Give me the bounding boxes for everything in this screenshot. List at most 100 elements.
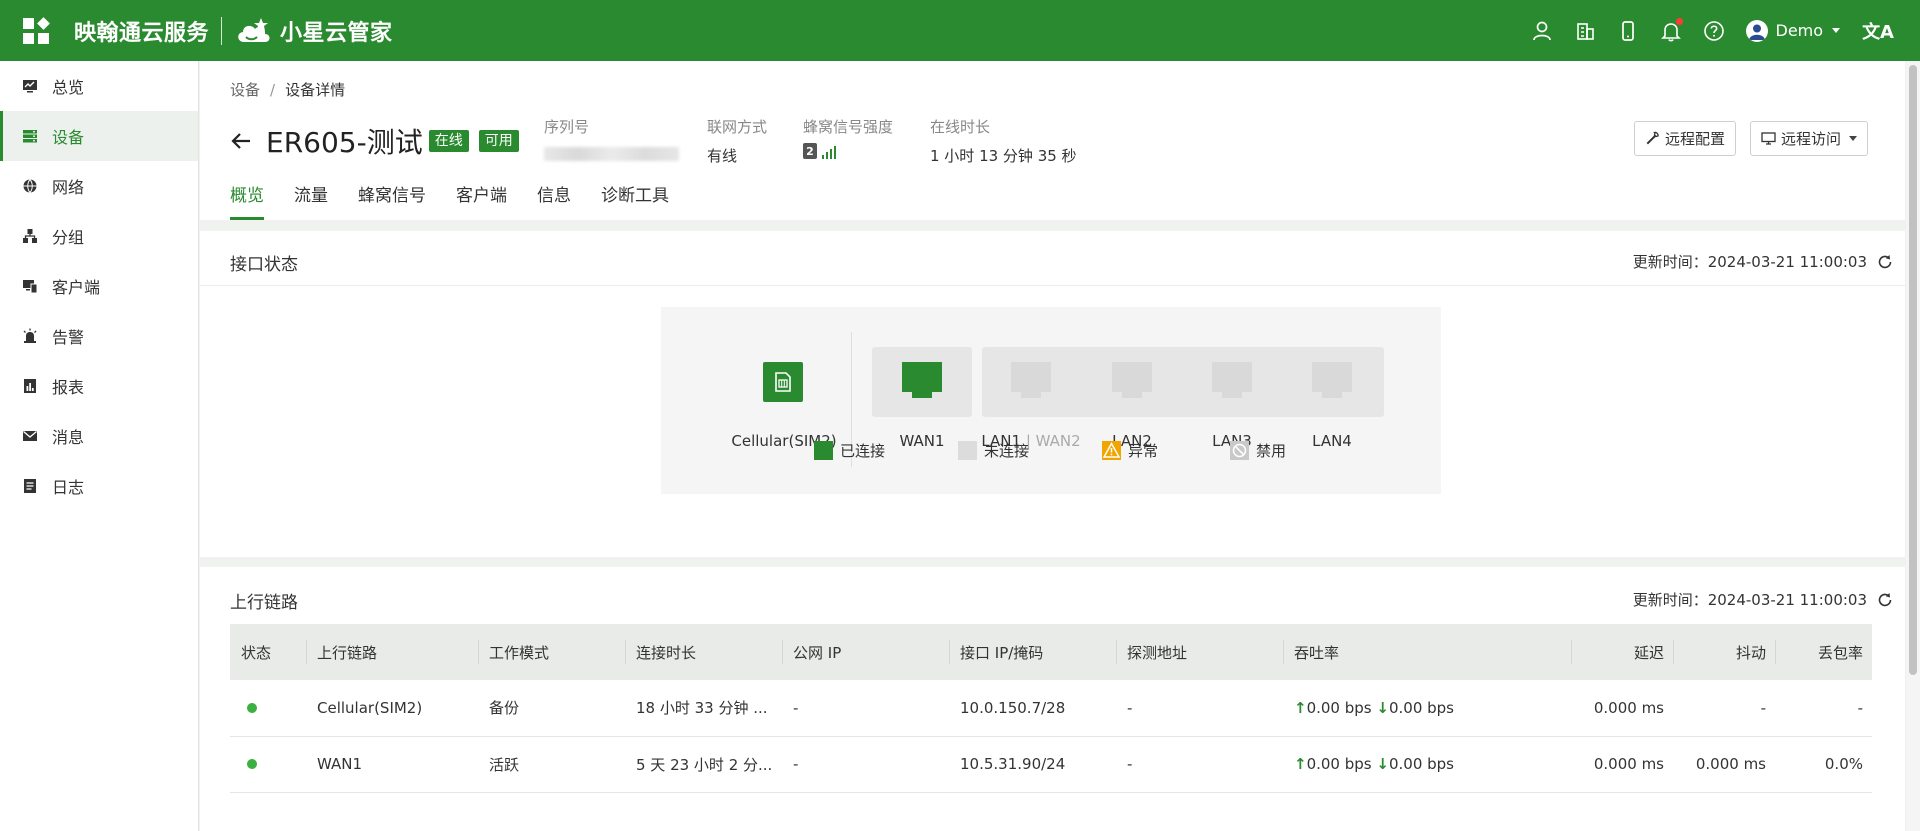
user-menu[interactable]: Demo <box>1745 19 1841 42</box>
sidebar-item-messages[interactable]: 消息 <box>0 411 198 461</box>
scrollbar-thumb[interactable] <box>1909 65 1917 675</box>
ethernet-port-icon[interactable] <box>1112 362 1152 402</box>
language-icon[interactable]: 文A <box>1862 18 1894 44</box>
legend-label-connected: 已连接 <box>840 442 886 460</box>
column-header: 丢包率 <box>1775 624 1872 680</box>
sidebar: 总览 设备 网络 分组 客户端 告警 报表 消息 日志 <box>0 61 199 831</box>
column-header: 抖动 <box>1673 624 1775 680</box>
notification-dot <box>1675 17 1683 25</box>
uplink-card: 上行链路 更新时间：2024-03-21 11:00:03 状态 上行链路 工作… <box>200 567 1905 831</box>
tab-clients[interactable]: 客户端 <box>456 181 507 220</box>
ethernet-port-icon[interactable] <box>902 362 942 402</box>
column-header: 上行链路 <box>306 624 478 680</box>
sidebar-item-overview[interactable]: 总览 <box>0 61 198 111</box>
probe-cell: - <box>1116 680 1283 737</box>
top-bar: 映翰通云服务 小星云管家 Demo 文A <box>0 0 1920 61</box>
device-icon <box>22 128 38 144</box>
table-row: WAN1 活跃 5 天 23 小时 2 分... - 10.5.31.90/24… <box>230 736 1872 793</box>
sidebar-item-devices[interactable]: 设备 <box>0 111 198 161</box>
sim-slot-icon: 2 <box>803 143 817 159</box>
sidebar-item-label: 客户端 <box>52 278 101 297</box>
signal-bar <box>822 155 824 159</box>
public-ip-cell: - <box>782 736 949 793</box>
sim-card-port[interactable] <box>763 362 803 402</box>
sidebar-item-groups[interactable]: 分组 <box>0 211 198 261</box>
legend-swatch-disconnected <box>958 441 977 460</box>
sidebar-item-clients[interactable]: 客户端 <box>0 261 198 311</box>
interface-status-title: 接口状态 <box>230 255 298 275</box>
sidebar-item-reports[interactable]: 报表 <box>0 361 198 411</box>
dashboard-icon <box>22 78 38 94</box>
breadcrumb-parent[interactable]: 设备 <box>230 81 260 99</box>
latency-cell: 0.000 ms <box>1571 736 1673 793</box>
tab-info[interactable]: 信息 <box>537 181 571 220</box>
remote-config-button[interactable]: 远程配置 <box>1634 121 1737 156</box>
refresh-icon[interactable] <box>1877 592 1893 608</box>
column-header: 探测地址 <box>1116 624 1283 680</box>
chevron-down-icon <box>1849 136 1858 141</box>
log-icon <box>22 478 38 494</box>
throughput-rx: 0.00 bps <box>1388 755 1454 773</box>
signal-bar <box>826 152 828 159</box>
throughput-tx: 0.00 bps <box>1306 755 1372 773</box>
mobile-icon[interactable] <box>1617 20 1639 42</box>
duration-cell: 18 小时 33 分钟 ... <box>625 680 782 737</box>
serial-value-redacted <box>544 147 679 161</box>
uplink-name-link[interactable]: WAN1 <box>306 736 478 793</box>
jitter-cell: - <box>1673 680 1775 737</box>
status-dot <box>247 702 257 713</box>
sidebar-item-label: 消息 <box>52 428 85 447</box>
uplink-update-time: 更新时间：2024-03-21 11:00:03 <box>1633 589 1893 610</box>
lan1-wan2-label: WAN2 <box>1035 432 1081 450</box>
app-grid-icon[interactable] <box>23 16 50 44</box>
interface-status-card: 接口状态 更新时间：2024-03-21 11:00:03 Cellular(S… <box>200 231 1905 557</box>
tab-cellular-signal[interactable]: 蜂窝信号 <box>358 181 426 220</box>
network-type-value: 有线 <box>707 147 738 165</box>
uptime-field: 在线时长 1 小时 13 分钟 35 秒 <box>930 116 1077 166</box>
arrow-up-icon: ↑ <box>1294 698 1307 717</box>
uplink-name-link[interactable]: Cellular(SIM2) <box>306 680 478 737</box>
page-title: ER605-测试 <box>266 126 423 159</box>
signal-label: 蜂窝信号强度 <box>803 118 894 136</box>
sidebar-item-network[interactable]: 网络 <box>0 161 198 211</box>
account-icon[interactable] <box>1531 20 1553 42</box>
sidebar-item-alarms[interactable]: 告警 <box>0 311 198 361</box>
sidebar-item-label: 设备 <box>52 128 85 147</box>
sidebar-item-label: 总览 <box>52 78 85 97</box>
column-header: 连接时长 <box>625 624 782 680</box>
refresh-icon[interactable] <box>1877 254 1893 270</box>
sim-card-icon <box>775 372 791 392</box>
remote-access-button[interactable]: 远程访问 <box>1750 121 1869 156</box>
ethernet-port-icon[interactable] <box>1312 362 1352 402</box>
arrow-up-icon: ↑ <box>1294 755 1307 773</box>
back-arrow-icon[interactable] <box>230 130 252 152</box>
ethernet-port-icon[interactable] <box>1011 362 1051 402</box>
page-scrollbar[interactable] <box>1906 61 1920 831</box>
tab-diagnostics[interactable]: 诊断工具 <box>601 181 669 220</box>
status-badge-online: 在线 <box>428 130 469 152</box>
device-header: 设备 / 设备详情 ER605-测试 在线 可用 序列号 联网方式 有线 蜂窝信号强… <box>200 61 1905 220</box>
disabled-icon <box>1230 441 1249 460</box>
probe-cell: - <box>1116 736 1283 793</box>
arrow-down-icon: ↓ <box>1376 698 1389 717</box>
tab-traffic[interactable]: 流量 <box>294 181 328 220</box>
status-dot <box>247 759 257 769</box>
throughput-tx: 0.00 bps <box>1306 698 1372 717</box>
building-icon[interactable] <box>1574 20 1596 42</box>
signal-strength-indicator: 2 <box>803 143 893 159</box>
brand-separator <box>221 16 223 45</box>
help-icon[interactable] <box>1703 20 1725 42</box>
lan4-port-label: LAN4 <box>1312 432 1352 450</box>
signal-field: 蜂窝信号强度 2 <box>803 116 893 159</box>
legend-disabled: 禁用 <box>1230 440 1286 461</box>
tab-overview[interactable]: 概览 <box>230 181 264 220</box>
ethernet-port-icon[interactable] <box>1212 362 1252 402</box>
notification-bell-icon[interactable] <box>1660 17 1683 42</box>
sub-brand-name: 小星云管家 <box>280 20 393 46</box>
card-divider <box>200 285 1905 286</box>
sidebar-item-label: 网络 <box>52 178 85 197</box>
sidebar-item-logs[interactable]: 日志 <box>0 461 198 511</box>
avatar <box>1745 19 1768 42</box>
remote-config-label: 远程配置 <box>1665 130 1726 148</box>
column-header: 公网 IP <box>782 624 949 680</box>
